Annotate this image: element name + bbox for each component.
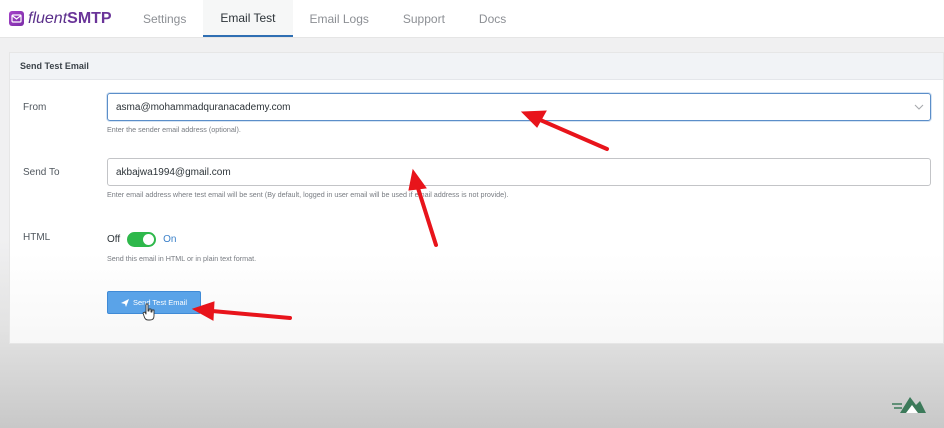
toggle-off-label: Off (107, 234, 121, 245)
from-value: asma@mohammadquranacademy.com (116, 101, 291, 113)
hand-cursor-icon (142, 303, 155, 321)
html-toggle-group: Off On (107, 232, 177, 247)
send-to-label: Send To (23, 167, 60, 178)
from-help-text: Enter the sender email address (optional… (107, 125, 241, 134)
from-label: From (23, 102, 47, 113)
chevron-down-icon[interactable] (914, 103, 924, 111)
html-label: HTML (23, 232, 51, 243)
tab-email-logs[interactable]: Email Logs (293, 0, 386, 37)
brand[interactable]: fluentSMTP (0, 0, 126, 37)
fluent-smtp-logo-icon (9, 11, 24, 26)
html-toggle-switch[interactable] (127, 232, 157, 247)
toggle-on-label: On (163, 234, 177, 245)
tab-settings[interactable]: Settings (126, 0, 203, 37)
send-to-input[interactable]: akbajwa1994@gmail.com (107, 158, 931, 186)
from-select[interactable]: asma@mohammadquranacademy.com (107, 93, 931, 121)
send-to-help-text: Enter email address where test email wil… (107, 190, 509, 199)
toggle-knob (143, 234, 155, 245)
paper-plane-icon (120, 298, 129, 307)
brand-name: fluentSMTP (28, 9, 112, 27)
tab-email-test[interactable]: Email Test (203, 0, 293, 37)
send-to-value: akbajwa1994@gmail.com (116, 166, 231, 178)
tab-docs[interactable]: Docs (462, 0, 523, 37)
tab-support[interactable]: Support (386, 0, 462, 37)
html-help-text: Send this email in HTML or in plain text… (107, 254, 257, 263)
top-navigation: fluentSMTP Settings Email Test Email Log… (0, 0, 944, 38)
card-title: Send Test Email (10, 53, 943, 80)
channel-logo-icon (892, 397, 926, 413)
send-test-email-card: Send Test Email From asma@mohammadqurana… (9, 52, 944, 344)
